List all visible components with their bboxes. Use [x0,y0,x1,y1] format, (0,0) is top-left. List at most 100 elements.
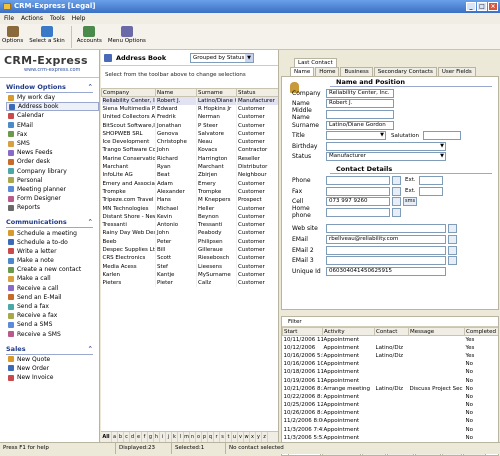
phone-dial-icon[interactable] [392,175,401,185]
table-row[interactable]: InfoLite AG Beat Zbirjen Neighbour [101,171,278,180]
table-row[interactable]: Media Acess Stef Lieesens Customer [101,262,278,271]
tab-business[interactable]: Business [340,67,373,76]
sidebar-item[interactable]: EMail [6,121,99,130]
tab-home[interactable]: Home [315,67,340,76]
table-row[interactable]: BitScout Software,Inc Jonathan P Steer Cust… [101,121,278,130]
send-email-icon[interactable] [448,234,457,244]
sidebar-item[interactable]: Address book [6,102,99,112]
accounts-button[interactable]: Accounts [77,24,102,44]
email-field[interactable]: rbellveau@reliability.com [326,234,446,244]
table-row[interactable]: Marchant Ryan Marchant Distributor [101,162,278,172]
column-name[interactable]: Name [155,88,197,97]
sidebar-item[interactable]: Meeting planner [6,185,99,194]
fax-dial-icon[interactable] [392,186,401,196]
table-row[interactable]: Tressanti Antonio Tressanti Customer [101,220,278,230]
home-phone-dial-icon[interactable] [392,207,401,217]
table-row[interactable]: CRS Electronics Scott Riesebosch Customer [101,254,278,263]
column-contact[interactable]: Contact [374,327,409,336]
name-field[interactable]: Robert J. [326,99,394,109]
phone-ext-field[interactable] [418,175,443,185]
sidebar-item[interactable]: New Quote [6,355,99,364]
select-skin-button[interactable]: Select a Skin [29,24,65,44]
sidebar-item[interactable]: Send an E-Mail [6,293,99,302]
table-row[interactable]: 10/16/2006 5:5 Appointment Latino/Diz Yes [283,352,499,360]
menu-options-button[interactable]: Menu Options [108,24,146,44]
surname-field[interactable]: Latino/Diane Gordon [326,120,394,130]
table-row[interactable]: Karlen Kantje MySurname Customer [101,270,278,280]
options-button[interactable]: Options [2,24,23,44]
table-row[interactable]: Siena Multimedia Pro Edward R Hopkins Jr Cu… [101,104,278,114]
table-row[interactable]: Despec Supplies Ltd Bill Gilleraue Customer [101,245,278,255]
column-completed[interactable]: Completed [464,327,498,336]
table-row[interactable]: 11/2/2006 8:00 Appointment No [283,417,499,425]
table-row[interactable]: 11/3/2006 7:45 Appointment No [283,426,499,434]
middle-name-field[interactable] [326,109,394,119]
sidebar-item[interactable]: Order desk [6,157,99,166]
fax-field[interactable] [326,186,390,196]
table-row[interactable]: SHOPWEB SRL Genova Salvatore Customer [101,129,278,138]
collapse-icon[interactable]: ⌃ [88,345,93,353]
column-surname[interactable]: Surname [196,88,237,97]
menu-tools[interactable]: Tools [50,13,65,24]
cell-dial-icon[interactable] [392,197,401,207]
column-message[interactable]: Message [408,327,465,336]
sidebar-item[interactable]: Make a call [6,274,99,283]
column-status[interactable]: Status [236,88,278,97]
sidebar-item[interactable]: New Invoice [6,373,99,382]
menu-file[interactable]: File [4,13,14,24]
tab-user-fields[interactable]: User Fields [437,67,476,76]
table-row[interactable]: United Collectors AB Fredrik Nerman Custome… [101,113,278,122]
table-row[interactable]: Ice Development Christophe Neau Customer [101,137,278,147]
email3-field[interactable] [326,256,446,266]
table-row[interactable]: 10/25/2006 12: Appointment No [283,401,499,409]
sms-button[interactable]: sms [403,197,418,207]
sidebar-item[interactable]: Calendar [6,111,99,120]
collapse-icon[interactable]: ⌃ [88,218,93,226]
window-options-header[interactable]: Window Options ⌃ [6,80,93,93]
sidebar-item[interactable]: Receive a SMS [6,330,99,339]
sidebar-item[interactable]: New Order [6,364,99,373]
table-row[interactable]: 10/26/2006 8:2 Appointment No [283,409,499,417]
salutation-field[interactable] [422,131,461,141]
menu-help[interactable]: Help [72,13,86,24]
table-row[interactable]: 10/19/2006 11: Appointment No [283,376,499,384]
table-row[interactable]: 10/18/2006 11: Appointment No [283,368,499,376]
title-select[interactable]: ▼ [326,131,386,141]
phone-field[interactable] [326,175,390,185]
column-activity[interactable]: Activity [322,327,375,336]
maximize-button[interactable]: □ [477,2,487,11]
table-row[interactable]: MN Technologies Michael Heller Customer [101,204,278,213]
table-row[interactable]: Emery and AssociatesAdamEmeryCustomer [101,179,278,188]
sidebar-item[interactable]: Company library [6,167,99,176]
status-select[interactable]: Manufacturer ▼ [326,152,446,162]
website-field[interactable] [326,224,446,234]
home-phone-field[interactable] [326,207,390,217]
sidebar-item[interactable]: Send a SMS [6,320,99,329]
open-website-icon[interactable] [448,224,457,234]
table-row[interactable]: 11/3/2006 5:52 Appointment No [283,434,499,442]
sidebar-item[interactable]: Receive a fax [6,311,99,320]
table-row[interactable]: Trango Software CorpJohnKovacsContractor [101,146,278,155]
sidebar-item[interactable]: My work day [6,93,99,102]
email2-field[interactable] [326,245,446,255]
table-row[interactable]: Marine Conservation Richard Harrington Rese… [101,154,278,163]
column-start[interactable]: Start [282,327,323,336]
sidebar-item[interactable]: Send a fax [6,302,99,311]
table-row[interactable]: Tripeze.com Travel IncHansM KneppersPros… [101,196,278,205]
tab-name[interactable]: Name [290,67,315,76]
tab-last-contact[interactable]: Last Contact [294,58,337,67]
table-row[interactable]: Trompke Alexander Trompke Customer [101,187,278,197]
table-row[interactable]: Beeb Peter Philipsen Customer [101,237,278,246]
filter-bar[interactable]: Filter [282,317,498,327]
fax-ext-field[interactable] [418,186,443,196]
table-row[interactable]: 10/22/2006 8:1 Appointment No [283,393,499,401]
communications-header[interactable]: Communications ⌃ [6,215,93,229]
table-row[interactable]: Pieters Pieter Callz Customer [101,279,278,288]
sidebar-item[interactable]: Make a note [6,256,99,265]
tab-secondary-contacts[interactable]: Secondary Contacts [373,67,437,76]
sidebar-item[interactable]: News Feeds [6,148,99,157]
alphabet-letter[interactable]: z [262,432,268,442]
cell-field[interactable]: 073 997 9260 [326,197,390,207]
table-row[interactable]: 10/11/2006 11:0Appointment Yes [283,336,499,344]
sidebar-item[interactable]: Schedule a to-do [6,238,99,247]
